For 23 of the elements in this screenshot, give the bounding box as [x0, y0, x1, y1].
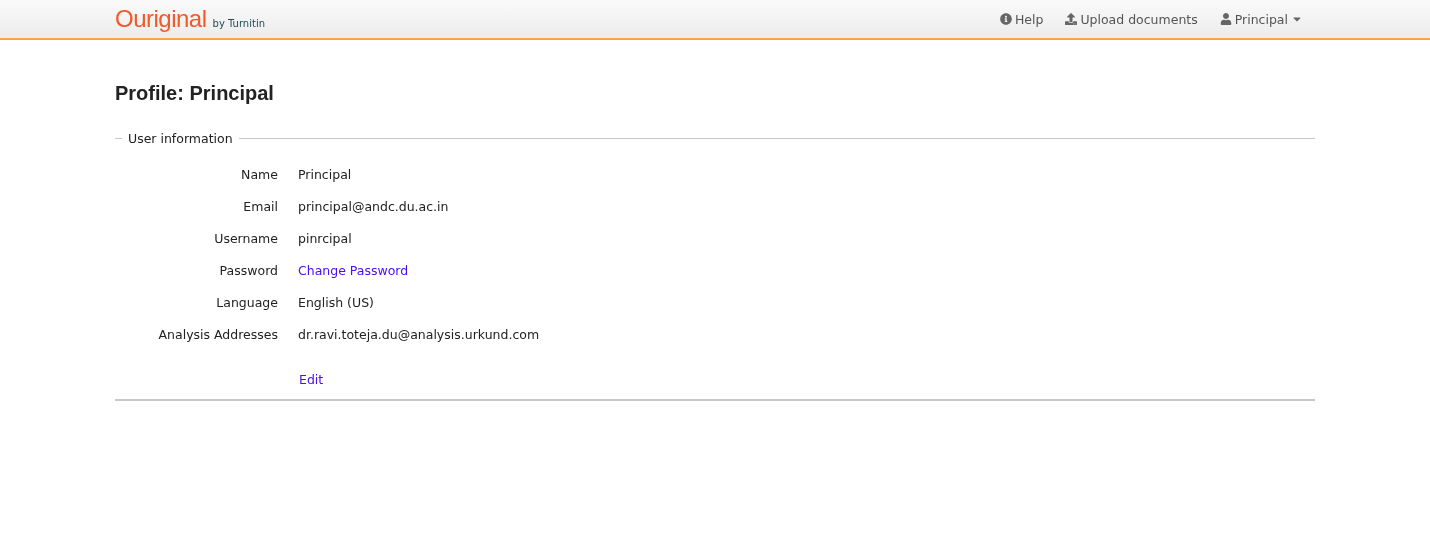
info-icon — [999, 13, 1012, 25]
section-legend: User information — [128, 131, 233, 146]
field-label: Language — [215, 294, 278, 311]
field-label: Email — [242, 198, 278, 215]
field-label: Analysis Addresses — [157, 326, 278, 343]
field-value: English (US) — [298, 294, 374, 311]
logo: Ouriginal — [115, 5, 207, 33]
nav-link[interactable]: Help — [999, 11, 1044, 27]
field-link[interactable]: Change Password — [298, 262, 409, 279]
upload-icon — [1065, 13, 1078, 25]
field-value: Principal — [298, 166, 352, 183]
page-title: Profile: Principal — [115, 82, 275, 105]
field-label: Password — [218, 262, 278, 279]
logo-suffix: by Turnitin — [212, 18, 265, 29]
field-value: dr.ravi.toteja.du@analysis.urkund.com — [298, 326, 540, 343]
user-menu[interactable]: Principal — [1219, 11, 1303, 27]
field-label: Name — [240, 166, 278, 183]
field-value: principal@andc.du.ac.in — [298, 198, 449, 215]
field-label: Username — [213, 230, 278, 247]
edit-link[interactable]: Edit — [299, 372, 324, 387]
nav-link[interactable]: Upload documents — [1065, 11, 1198, 27]
user-icon — [1219, 13, 1232, 25]
field-value: pinrcipal — [298, 230, 352, 247]
